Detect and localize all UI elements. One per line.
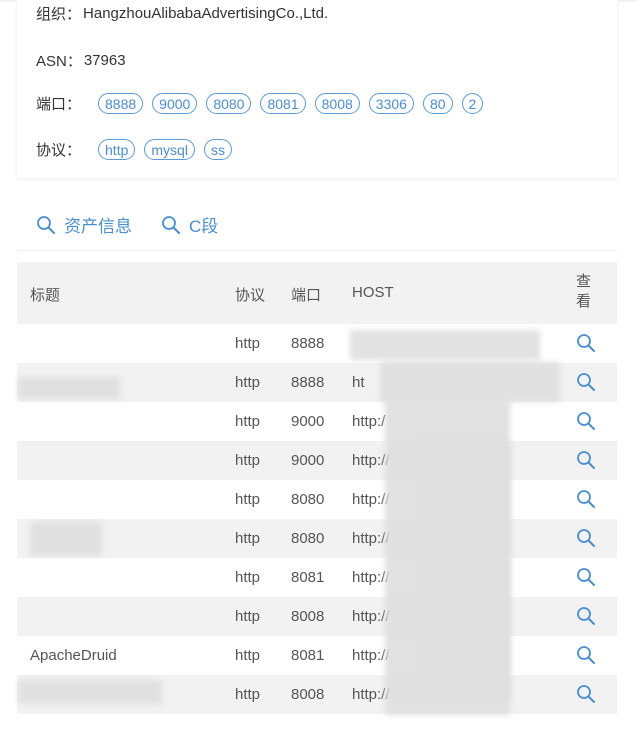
view-search-icon[interactable] xyxy=(576,528,596,552)
cell-protocol: http xyxy=(235,530,261,547)
port-tag[interactable]: 80 xyxy=(422,93,453,114)
asn-row: ASN： 37963 xyxy=(36,50,126,71)
cell-host[interactable]: ht xyxy=(352,374,365,391)
view-search-icon[interactable] xyxy=(576,489,596,513)
redaction xyxy=(30,522,102,556)
org-row: 组织： HangzhouAlibabaAdvertisingCo.,Ltd. xyxy=(36,3,328,24)
cell-port: 8080 xyxy=(291,491,325,508)
cell-port: 8888 xyxy=(291,335,325,352)
search-icon xyxy=(162,215,180,234)
search-icon xyxy=(37,215,55,234)
asn-value: 37963 xyxy=(83,52,126,69)
cell-port: 8008 xyxy=(291,608,325,625)
view-search-icon[interactable] xyxy=(576,372,596,396)
protocol-tags: http mysql ss xyxy=(98,139,241,160)
view-search-icon[interactable] xyxy=(576,411,596,435)
cell-port: 8888 xyxy=(291,374,325,391)
protocol-row: 协议： http mysql ss xyxy=(36,139,241,160)
header-host: HOST xyxy=(352,284,394,301)
protocol-label: 协议： xyxy=(36,142,82,159)
table-row: http 9000 http:/ xyxy=(17,402,617,441)
header-view: 查看 xyxy=(576,273,592,310)
cell-port: 8080 xyxy=(291,530,325,547)
view-search-icon[interactable] xyxy=(576,450,596,474)
protocol-tag[interactable]: ss xyxy=(203,139,232,160)
cell-port: 9000 xyxy=(291,452,325,469)
cell-protocol: http xyxy=(235,608,261,625)
redaction xyxy=(350,330,540,360)
org-label: 组织： xyxy=(36,6,82,23)
table-header: 标题 协议 端口 HOST 查看 xyxy=(17,262,617,324)
org-value: HangzhouAlibabaAdvertisingCo.,Ltd. xyxy=(83,5,329,22)
cell-host[interactable]: http:// xyxy=(352,452,390,469)
cell-host[interactable]: http:/ xyxy=(352,413,385,430)
cell-port: 8008 xyxy=(291,686,325,703)
cell-host[interactable]: http:// xyxy=(352,686,390,703)
cell-host[interactable]: http:// xyxy=(352,569,390,586)
tab-c-segment-label: C段 xyxy=(189,217,219,236)
header-port: 端口 xyxy=(291,287,322,304)
table-row: http 8008 http:// xyxy=(17,597,617,636)
table-row: http 8080 http:// xyxy=(17,480,617,519)
cell-host[interactable]: http:// xyxy=(352,647,390,664)
view-search-icon[interactable] xyxy=(576,333,596,357)
port-tag[interactable]: 3306 xyxy=(368,93,414,114)
view-search-icon[interactable] xyxy=(576,567,596,591)
redaction xyxy=(420,440,510,700)
cell-protocol: http xyxy=(235,374,261,391)
cell-port: 8081 xyxy=(291,569,325,586)
table-row: http 8080 http:// xyxy=(17,519,617,558)
tab-bar: 资产信息 C段 xyxy=(17,198,617,251)
table-row: http 8081 http:// xyxy=(17,558,617,597)
header-title: 标题 xyxy=(30,287,61,304)
header-protocol: 协议 xyxy=(235,287,266,304)
redaction xyxy=(380,362,560,402)
port-tag[interactable]: 8080 xyxy=(206,93,252,114)
tab-asset-info[interactable]: 资产信息 xyxy=(36,212,132,237)
cell-protocol: http xyxy=(235,413,261,430)
tab-asset-info-label: 资产信息 xyxy=(64,217,132,236)
port-row: 端口： 8888 9000 8080 8081 8008 3306 80 2 xyxy=(36,93,492,114)
cell-protocol: http xyxy=(235,569,261,586)
view-search-icon[interactable] xyxy=(576,684,596,708)
port-tag[interactable]: 8081 xyxy=(260,93,306,114)
port-tag[interactable]: 8888 xyxy=(98,93,144,114)
table-row: ApacheDruid http 8081 http:// xyxy=(17,636,617,675)
asn-label: ASN： xyxy=(36,53,82,70)
port-tags: 8888 9000 8080 8081 8008 3306 80 2 xyxy=(98,93,492,114)
cell-protocol: http xyxy=(235,335,261,352)
tab-c-segment[interactable]: C段 xyxy=(161,212,218,237)
cell-host[interactable]: http:// xyxy=(352,608,390,625)
redaction xyxy=(18,680,162,704)
table-row: http 9000 http:// xyxy=(17,441,617,480)
port-tag[interactable]: 9000 xyxy=(152,93,198,114)
info-card: 组织： HangzhouAlibabaAdvertisingCo.,Ltd. A… xyxy=(17,0,617,178)
cell-title: ApacheDruid xyxy=(30,647,117,664)
port-label: 端口： xyxy=(36,96,82,113)
cell-protocol: http xyxy=(235,491,261,508)
cell-protocol: http xyxy=(235,647,261,664)
cell-protocol: http xyxy=(235,686,261,703)
cell-port: 8081 xyxy=(291,647,325,664)
cell-host[interactable]: http:// xyxy=(352,491,390,508)
view-search-icon[interactable] xyxy=(576,606,596,630)
cell-port: 9000 xyxy=(291,413,325,430)
port-tag[interactable]: 2 xyxy=(461,93,484,114)
redaction xyxy=(18,377,120,399)
protocol-tag[interactable]: mysql xyxy=(144,139,195,160)
cell-protocol: http xyxy=(235,452,261,469)
protocol-tag[interactable]: http xyxy=(98,139,136,160)
view-search-icon[interactable] xyxy=(576,645,596,669)
port-tag[interactable]: 8008 xyxy=(314,93,360,114)
cell-host[interactable]: http:// xyxy=(352,530,390,547)
